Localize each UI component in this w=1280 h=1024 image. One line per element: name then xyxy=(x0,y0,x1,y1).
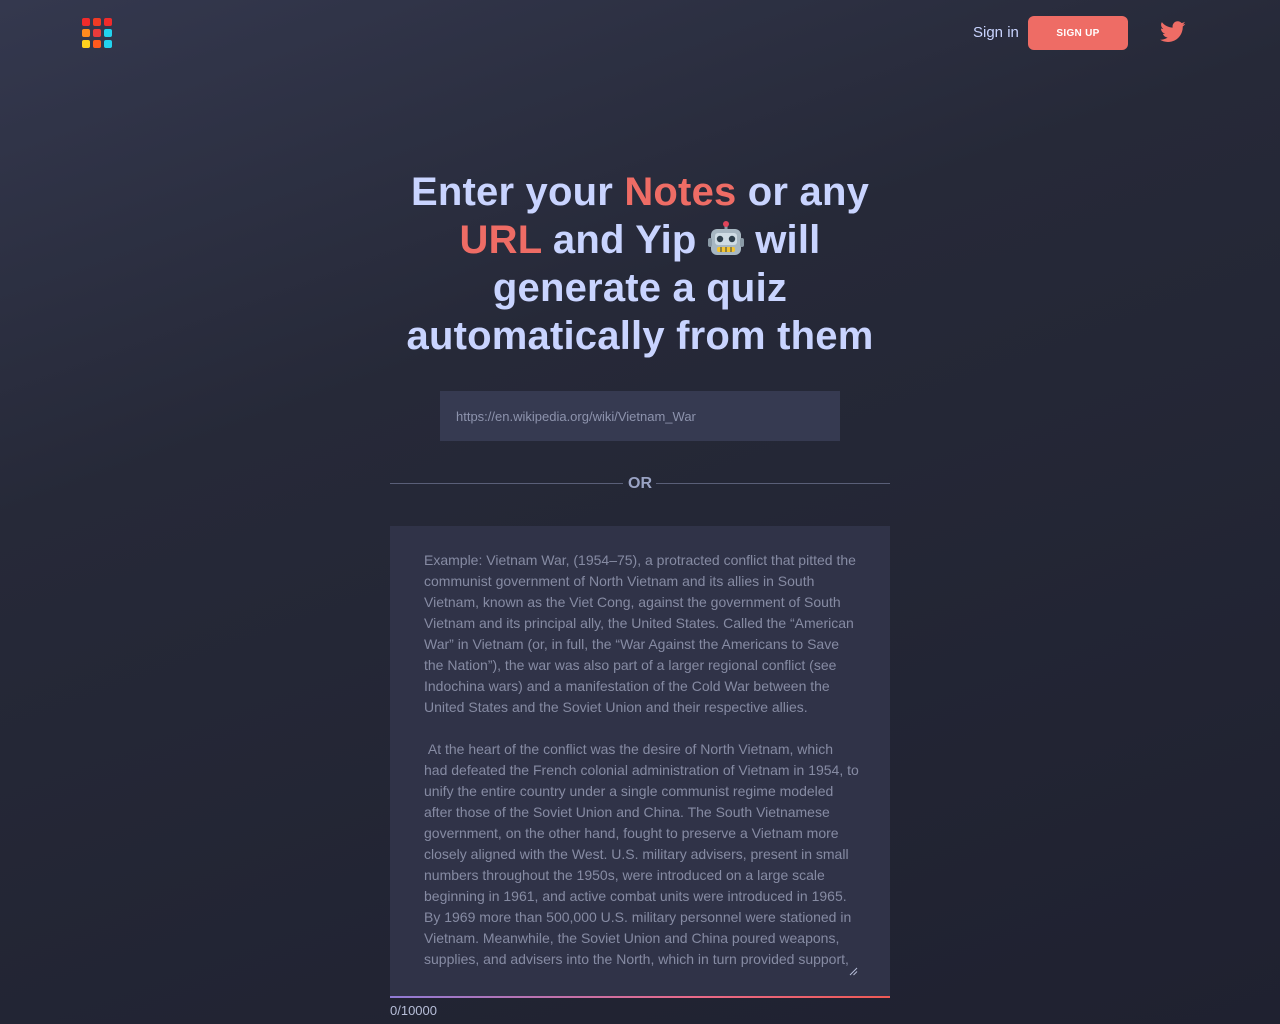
sign-in-link[interactable]: Sign in xyxy=(973,24,1019,41)
logo-tile xyxy=(93,40,101,48)
divider-line-right xyxy=(656,483,890,484)
logo-tile xyxy=(82,29,90,37)
app-logo[interactable] xyxy=(82,18,112,48)
logo-tile xyxy=(104,40,112,48)
logo-tile xyxy=(104,18,112,26)
hero-text: and Yip xyxy=(541,218,708,262)
divider-line-left xyxy=(390,483,623,484)
logo-tile xyxy=(93,18,101,26)
twitter-icon[interactable] xyxy=(1159,21,1186,43)
resize-handle-icon[interactable] xyxy=(849,963,858,976)
character-counter: 0/10000 xyxy=(390,1003,437,1018)
or-divider-label: OR xyxy=(628,475,652,492)
notes-highlight: Notes xyxy=(624,170,737,214)
logo-tile xyxy=(82,40,90,48)
logo-tile xyxy=(82,18,90,26)
sign-up-button[interactable]: SIGN UP xyxy=(1028,16,1128,50)
robot-icon xyxy=(707,220,744,256)
textarea-focus-underline xyxy=(390,996,890,998)
logo-tile xyxy=(93,29,101,37)
hero-text: or any xyxy=(736,170,870,214)
logo-tile xyxy=(104,29,112,37)
url-input[interactable] xyxy=(440,391,840,441)
url-highlight: URL xyxy=(459,218,542,262)
hero-heading: Enter your Notes or any URL and Yip will… xyxy=(390,168,890,360)
hero-text: Enter your xyxy=(410,170,625,214)
notes-placeholder: Example: Vietnam War, (1954–75), a protr… xyxy=(424,552,859,967)
